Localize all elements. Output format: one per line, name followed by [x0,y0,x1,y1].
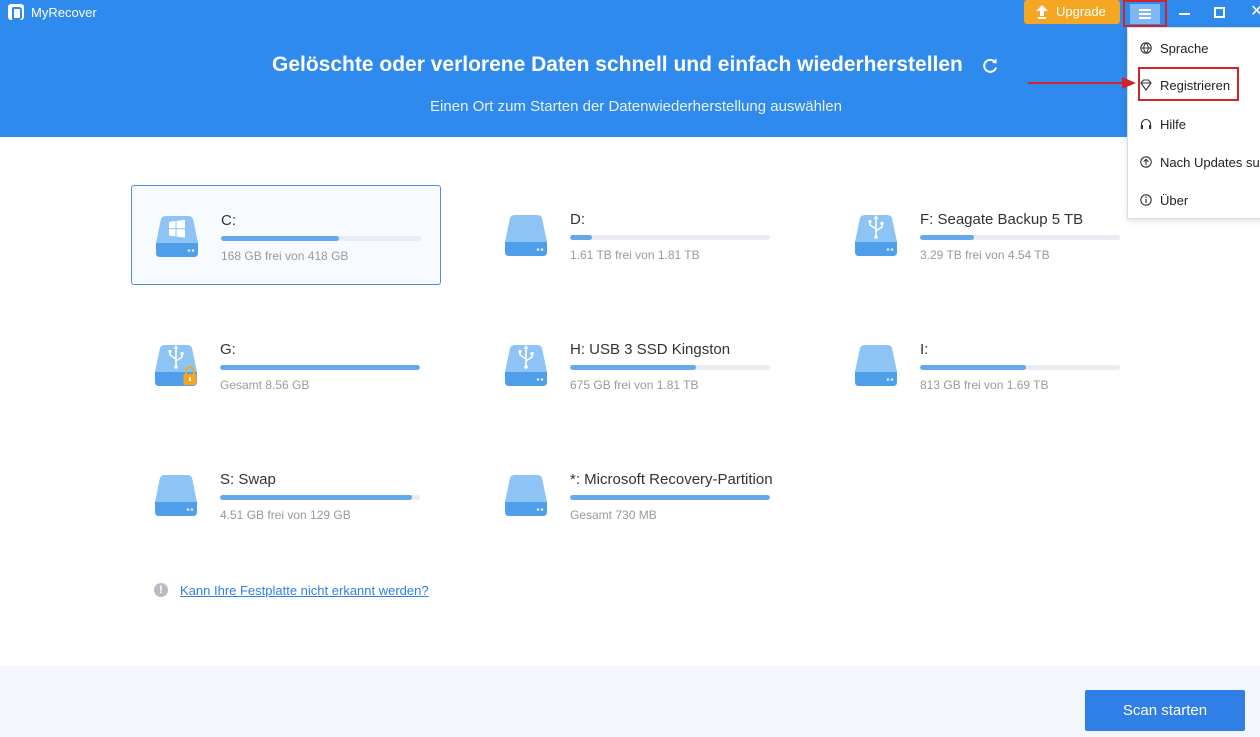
menu-item-register[interactable]: Registrieren [1138,67,1239,101]
page-title: Gelöschte oder verlorene Daten schnell u… [272,53,963,76]
menu-item-check-updates[interactable]: Nach Updates su [1128,144,1260,180]
app-logo-icon [8,4,24,20]
footer-bar [0,666,1260,737]
close-button[interactable]: ✕ [1250,2,1260,22]
drive-name: F: Seagate Backup 5 TB [920,211,1084,228]
drive-usage-bar [570,365,770,370]
drive-usage-bar [220,365,420,370]
main-menu-dropdown: Sprache Registrieren Hilfe Nach Updates … [1127,27,1260,219]
menu-item-help[interactable]: Hilfe [1128,106,1260,142]
page-subtitle: Einen Ort zum Starten der Datenwiederher… [430,98,842,115]
menu-item-check-updates-label: Nach Updates su [1160,155,1260,170]
drive-usage-fill [920,235,974,240]
globe-icon [1140,42,1152,54]
drive-name: S: Swap [220,471,276,488]
annotation-arrow-icon [1028,77,1136,89]
upgrade-arrow-icon [1036,5,1048,19]
drive-usage-bar [920,235,1120,240]
drive-usage-fill [570,365,696,370]
menu-item-help-label: Hilfe [1160,117,1187,132]
info-icon [1140,194,1152,206]
drive-name: D: [570,211,585,228]
menu-item-about[interactable]: Über [1128,182,1260,218]
hard-drive-icon [855,345,897,386]
drive-usage-fill [570,495,770,500]
drive-card[interactable]: F: Seagate Backup 5 TB 3.29 TB frei von 4… [831,185,1141,285]
drive-capacity-info: 4.51 GB frei von 129 GB [220,508,351,522]
drive-usage-bar [221,236,421,241]
drive-capacity-info: 168 GB frei von 418 GB [221,249,349,263]
drive-card[interactable]: C: 168 GB frei von 418 GB [131,185,441,285]
hard-drive-icon [505,475,547,516]
header-banner: MyRecover Upgrade ✕ Gelöschte oder verlo… [0,0,1260,137]
drive-name: *: Microsoft Recovery-Partition [570,471,773,488]
drive-name: C: [221,212,236,229]
usb-drive-icon [505,345,547,386]
drive-usage-bar [570,235,770,240]
drive-card[interactable]: G: Gesamt 8.56 GB [131,315,441,415]
drive-capacity-info: Gesamt 730 MB [570,508,657,522]
hard-drive-icon [505,215,547,256]
drive-capacity-info: Gesamt 8.56 GB [220,378,310,392]
diamond-icon [1140,79,1152,91]
drive-usage-bar [570,495,770,500]
drive-capacity-info: 1.61 TB frei von 1.81 TB [570,248,700,262]
drive-card[interactable]: *: Microsoft Recovery-Partition Gesamt 73… [481,445,791,545]
drive-usage-fill [220,365,420,370]
drive-not-detected-link[interactable]: Kann Ihre Festplatte nicht erkannt werde… [180,583,429,598]
drive-card[interactable]: S: Swap 4.51 GB frei von 129 GB [131,445,441,545]
warning-icon: ! [154,583,168,597]
drive-usage-fill [220,495,412,500]
hard-drive-icon [155,475,197,516]
drive-name: G: [220,341,236,358]
drive-name: H: USB 3 SSD Kingston [570,341,731,358]
locked-usb-drive-icon [155,345,197,386]
menu-button[interactable] [1123,0,1167,27]
drive-capacity-info: 675 GB frei von 1.81 TB [570,378,699,392]
drive-card[interactable]: H: USB 3 SSD Kingston 675 GB frei von 1.8… [481,315,791,415]
upgrade-label: Upgrade [1056,4,1106,19]
drive-usage-fill [920,365,1026,370]
app-title: MyRecover [31,5,97,20]
menu-item-language-label: Sprache [1160,41,1209,56]
update-icon [1140,156,1152,168]
scan-start-button[interactable]: Scan starten [1085,690,1245,731]
drive-usage-bar [220,495,420,500]
menu-item-about-label: Über [1160,193,1189,208]
drive-usage-fill [221,236,339,241]
headset-icon [1140,118,1152,129]
upgrade-button[interactable]: Upgrade [1024,0,1120,24]
maximize-button[interactable] [1214,7,1225,18]
drive-usage-fill [570,235,592,240]
refresh-icon[interactable] [980,56,1000,76]
hamburger-icon [1139,9,1151,19]
minimize-button[interactable] [1178,3,1192,21]
drive-capacity-info: 3.29 TB frei von 4.54 TB [920,248,1050,262]
windows-drive-icon [156,216,198,257]
drive-capacity-info: 813 GB frei von 1.69 TB [920,378,1049,392]
menu-item-language[interactable]: Sprache [1128,30,1260,66]
menu-button-highlight [1130,4,1160,24]
drive-card[interactable]: I: 813 GB frei von 1.69 TB [831,315,1141,415]
drive-usage-bar [920,365,1120,370]
menu-item-register-label: Registrieren [1160,78,1231,93]
drive-card[interactable]: D: 1.61 TB frei von 1.81 TB [481,185,791,285]
usb-drive-icon [855,215,897,256]
drive-name: I: [920,341,929,358]
